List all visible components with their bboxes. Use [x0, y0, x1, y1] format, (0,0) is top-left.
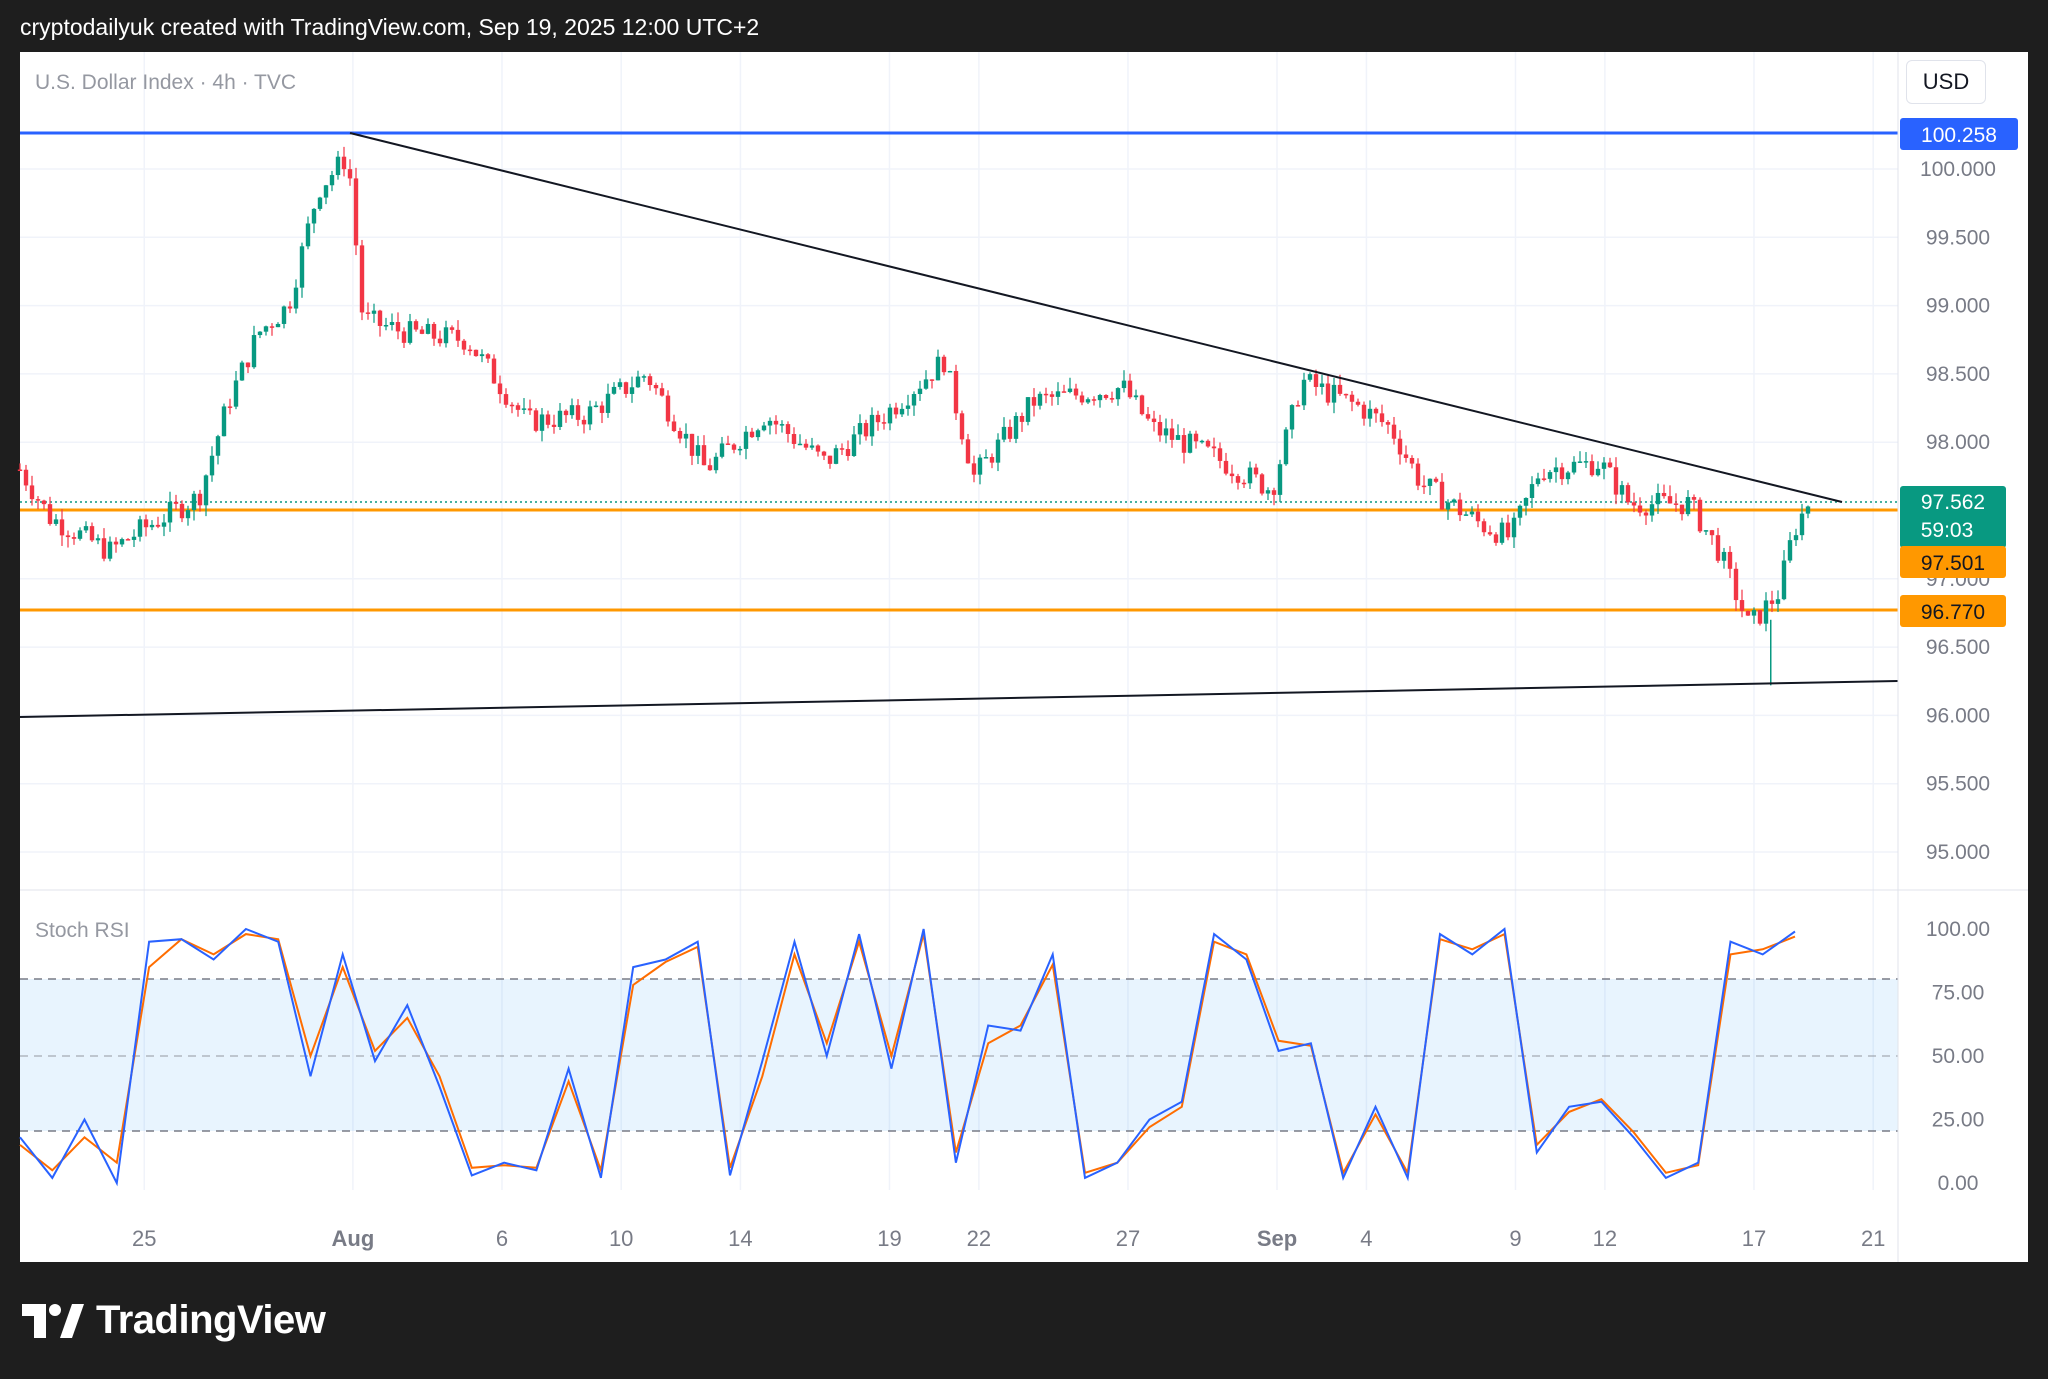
tradingview-logo[interactable]: TradingView: [22, 1298, 326, 1343]
tradingview-logo-icon: [22, 1303, 84, 1338]
chart-panel: [20, 52, 2028, 1262]
tradingview-brand-text: TradingView: [96, 1298, 326, 1342]
currency-button[interactable]: USD: [1906, 60, 1986, 104]
chart-caption: cryptodailyuk created with TradingView.c…: [20, 14, 760, 40]
